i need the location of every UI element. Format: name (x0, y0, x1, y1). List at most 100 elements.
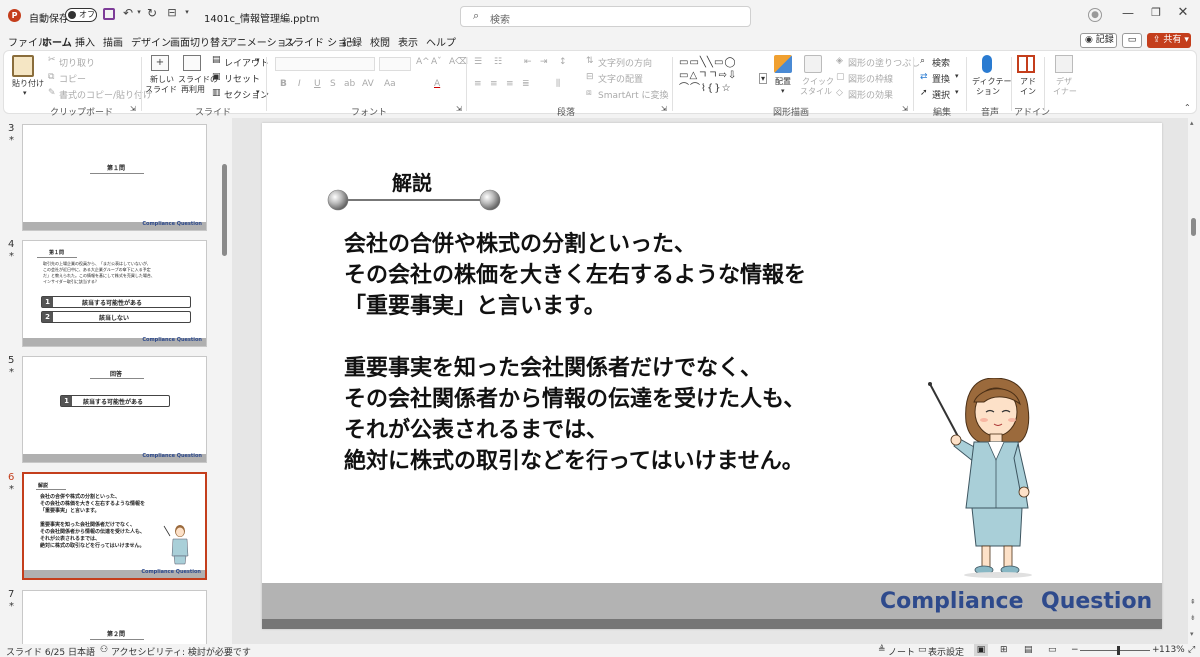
tab-review[interactable]: 校閲 (370, 34, 390, 49)
comments-button[interactable]: ▭ (1122, 33, 1142, 48)
tab-home[interactable]: ホーム (42, 34, 72, 52)
zoom-out-icon[interactable]: − (1071, 645, 1079, 655)
quick-styles-icon[interactable] (804, 55, 822, 73)
share-button[interactable]: ⇪ 共有 ▾ (1147, 33, 1191, 48)
grow-font-icon[interactable]: A^ (416, 57, 430, 67)
increase-indent-icon[interactable]: ⇥ (540, 57, 548, 67)
thumbnail-scrollbar[interactable] (222, 164, 227, 256)
replace-dropdown-icon[interactable]: ▾ (955, 72, 959, 80)
microphone-icon[interactable] (982, 55, 992, 73)
language-indicator[interactable]: 日本語 (68, 645, 95, 657)
cut-button[interactable]: 切り取り (59, 56, 95, 69)
dictate-line2[interactable]: ション (976, 87, 1000, 97)
font-size-box[interactable] (379, 57, 411, 71)
tab-record[interactable]: 記録 (342, 34, 362, 49)
display-settings-button[interactable]: 表示設定 (928, 645, 964, 657)
justify-icon[interactable]: ≣ (522, 79, 530, 89)
change-case-button[interactable]: Aa (384, 79, 396, 89)
tab-view[interactable]: 表示 (398, 34, 418, 49)
select-dropdown-icon[interactable]: ▾ (955, 88, 959, 96)
slide-thumbnail-5[interactable]: 回答 1 該当する可能性がある Compliance Question (22, 356, 207, 463)
redo-icon[interactable]: ↻ (145, 6, 159, 20)
arrange-dropdown-icon[interactable]: ▾ (781, 87, 785, 95)
reset-button[interactable]: リセット (224, 72, 260, 85)
font-launcher-icon[interactable]: ⇲ (456, 105, 462, 113)
addins-line1[interactable]: アド (1020, 77, 1036, 87)
customize-qat-icon[interactable]: ▾ (183, 8, 191, 16)
align-text-button[interactable]: 文字の配置 (598, 72, 643, 85)
clipboard-launcher-icon[interactable]: ⇲ (130, 105, 136, 113)
char-spacing-button[interactable]: AV (362, 79, 374, 89)
decrease-indent-icon[interactable]: ⇤ (524, 57, 532, 67)
zoom-level[interactable]: 113% (1159, 645, 1185, 655)
tab-insert[interactable]: 挿入 (75, 34, 95, 49)
shadow-button[interactable]: ab (344, 79, 355, 89)
search-box[interactable]: ⌕ 検索 (460, 6, 751, 27)
scroll-down-icon[interactable]: ▾ (1190, 630, 1194, 638)
tab-draw[interactable]: 描画 (103, 34, 123, 49)
record-button[interactable]: ◉ 記録 (1080, 33, 1117, 48)
notes-button[interactable]: ノート (888, 645, 915, 657)
tab-help[interactable]: ヘルプ (426, 34, 456, 49)
reading-view-icon[interactable]: ▤ (1024, 645, 1033, 655)
new-slide-button-line1[interactable]: 新しい (150, 75, 174, 85)
addins-icon[interactable] (1017, 55, 1035, 73)
align-center-icon[interactable]: ≡ (490, 79, 498, 89)
font-color-icon[interactable]: A (434, 79, 440, 89)
font-name-box[interactable] (275, 57, 375, 71)
designer-line1[interactable]: デザ (1056, 77, 1072, 87)
paste-dropdown-icon[interactable]: ▾ (23, 89, 27, 97)
designer-line2[interactable]: イナー (1053, 87, 1077, 97)
bold-button[interactable]: B (280, 79, 287, 89)
minimize-icon[interactable]: — (1122, 6, 1134, 20)
undo-dropdown-icon[interactable]: ▾ (135, 8, 143, 16)
strikethrough-button[interactable]: S (330, 79, 336, 89)
slide-thumbnail-6[interactable]: 解説 会社の合併や株式の分割といった、 その会社の株価を大きく左右するような情報… (22, 472, 207, 580)
current-slide[interactable]: 解説 会社の合併や株式の分割といった、 その会社の株価を大きく左右するような情報… (262, 123, 1162, 629)
reuse-slides-icon[interactable] (183, 55, 201, 71)
accessibility-status[interactable]: アクセシビリティ: 検討が必要です (111, 645, 251, 657)
shapes-more-icon[interactable]: ▾ (759, 73, 768, 84)
slide-sorter-icon[interactable]: ⊞ (1000, 645, 1008, 655)
addins-line2[interactable]: イン (1020, 87, 1036, 97)
zoom-slider-thumb[interactable] (1117, 646, 1120, 655)
columns-icon[interactable]: ⫼ (556, 79, 560, 89)
paste-icon[interactable] (12, 55, 34, 77)
copy-button[interactable]: コピー (59, 72, 86, 85)
format-painter-button[interactable]: 書式のコピー/貼り付け (59, 88, 152, 101)
drawing-launcher-icon[interactable]: ⇲ (902, 105, 908, 113)
scroll-up-icon[interactable]: ▴ (1190, 119, 1194, 127)
normal-view-button[interactable]: ▣ (974, 644, 988, 656)
align-right-icon[interactable]: ≡ (506, 79, 514, 89)
shape-outline-button[interactable]: 図形の枠線 (848, 72, 893, 85)
paste-button[interactable]: 貼り付け (12, 79, 44, 89)
dictate-line1[interactable]: ディクテー (972, 77, 1011, 87)
section-dropdown-icon[interactable]: ▾ (256, 88, 260, 96)
undo-icon[interactable]: ↶ (121, 6, 135, 20)
quick-styles-line2[interactable]: スタイル (800, 87, 832, 97)
shape-fill-button[interactable]: 図形の塗りつぶし (848, 56, 920, 69)
select-button[interactable]: 選択 (932, 88, 950, 101)
shrink-font-icon[interactable]: Aˇ (431, 57, 442, 67)
line-spacing-icon[interactable]: ↕ (559, 57, 567, 67)
arrange-icon[interactable] (774, 55, 792, 73)
align-left-icon[interactable]: ≡ (474, 79, 482, 89)
designer-icon[interactable] (1055, 55, 1073, 73)
autosave-toggle[interactable]: オフ (65, 8, 97, 22)
slideshow-view-icon[interactable]: ▭ (1048, 645, 1057, 655)
next-slide-icon[interactable]: ⇟ (1190, 614, 1196, 622)
find-button[interactable]: 検索 (932, 56, 950, 69)
scroll-thumb[interactable] (1191, 218, 1196, 236)
close-icon[interactable]: ✕ (1177, 5, 1189, 20)
save-icon[interactable] (103, 8, 115, 20)
layout-button[interactable]: レイアウト (224, 56, 269, 69)
bullets-icon[interactable]: ☰ (474, 57, 482, 67)
account-icon[interactable]: ● (1088, 8, 1102, 22)
fit-to-window-icon[interactable]: ⤢ (1188, 645, 1195, 655)
layout-dropdown-icon[interactable]: ▾ (256, 56, 260, 64)
maximize-icon[interactable]: ❐ (1150, 6, 1162, 19)
numbering-icon[interactable]: ☷ (494, 57, 502, 67)
zoom-slider[interactable] (1080, 646, 1150, 655)
shape-effects-button[interactable]: 図形の効果 (848, 88, 893, 101)
new-slide-icon[interactable]: + (151, 55, 169, 71)
